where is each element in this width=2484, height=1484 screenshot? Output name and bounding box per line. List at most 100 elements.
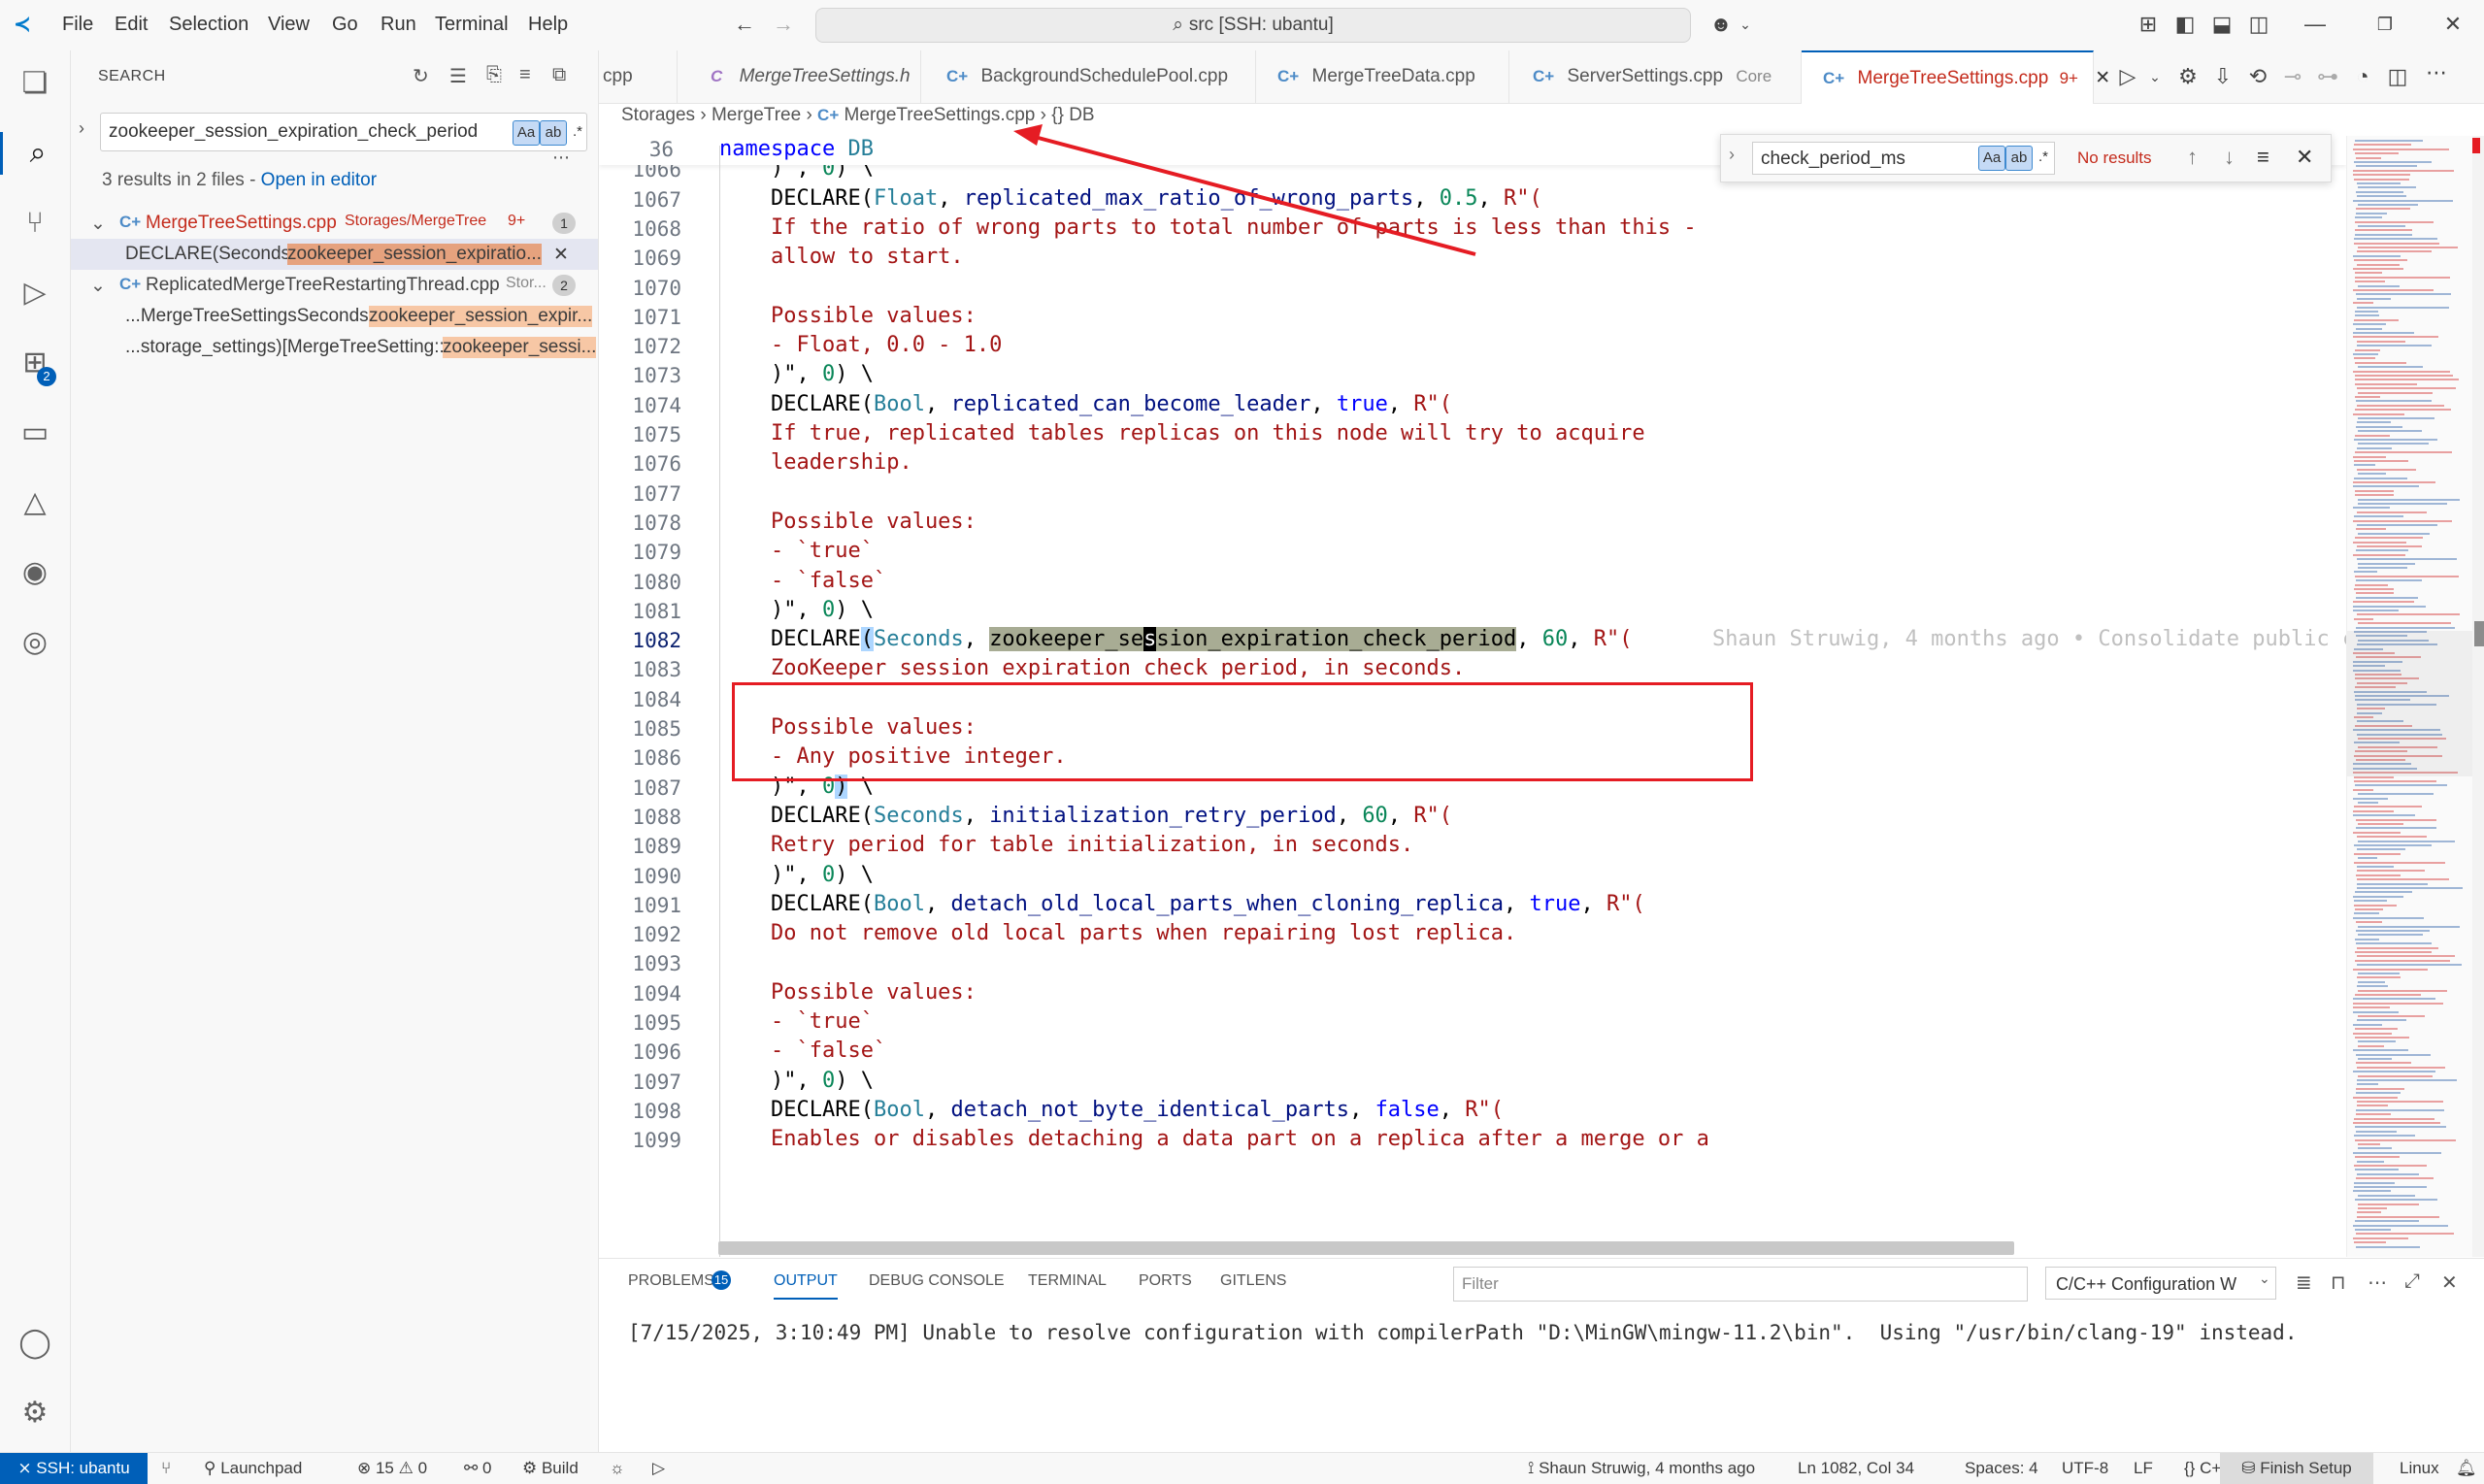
- toggle-primary-sidebar-icon[interactable]: ◧: [2172, 12, 2198, 37]
- code-line[interactable]: Do not remove old local parts when repai…: [771, 921, 1516, 945]
- ports-status[interactable]: ⚯ 0: [464, 1459, 491, 1478]
- tab-serversettings[interactable]: C+ ServerSettings.cpp Core: [1509, 50, 1802, 103]
- tab-cpp[interactable]: cpp: [599, 50, 678, 103]
- code-line[interactable]: - Float, 0.0 - 1.0: [771, 333, 1002, 357]
- tab-mergetreedata[interactable]: C+ MergeTreeData.cpp: [1256, 50, 1509, 103]
- toggle-replace-chevron-icon[interactable]: ›: [1729, 145, 1735, 165]
- view-as-tree-icon[interactable]: ≡: [519, 64, 531, 86]
- menu-help[interactable]: Help: [528, 14, 568, 36]
- tab-gitlens[interactable]: GITLENS: [1220, 1272, 1286, 1290]
- source-control-status-icon[interactable]: ⑂: [161, 1459, 171, 1478]
- clear-output-icon[interactable]: ≣: [2296, 1270, 2312, 1295]
- copilot-icon[interactable]: ☻: [1708, 12, 1734, 37]
- maximize-panel-icon[interactable]: ⤢: [2404, 1270, 2420, 1293]
- close-panel-icon[interactable]: ✕: [2441, 1270, 2458, 1295]
- output-channel-select[interactable]: C/C++ Configuration W: [2045, 1267, 2276, 1300]
- result-file-row[interactable]: ⌄ C+ ReplicatedMergeTreeRestartingThread…: [71, 270, 598, 301]
- blame-status[interactable]: ⟟ Shaun Struwig, 4 months ago: [1528, 1459, 1755, 1478]
- cursor-position[interactable]: Ln 1082, Col 34: [1798, 1459, 1914, 1478]
- remote-explorer-icon[interactable]: ▭: [14, 412, 56, 454]
- code-line[interactable]: DECLARE(Bool, replicated_can_become_lead…: [771, 392, 1452, 416]
- find-match-case-toggle[interactable]: Aa: [1978, 146, 2005, 171]
- more-actions-icon[interactable]: ⋯: [2424, 60, 2449, 85]
- open-changes-icon[interactable]: ⇩: [2210, 64, 2236, 89]
- chevron-down-icon[interactable]: ⌄: [1733, 12, 1758, 37]
- tab-mergetreesettings-h[interactable]: C MergeTreeSettings.h: [678, 50, 921, 103]
- open-in-editor-link[interactable]: Open in editor: [261, 170, 377, 190]
- problems-status[interactable]: ⊗ 15 ⚠ 0: [357, 1459, 427, 1478]
- code-line[interactable]: If the ratio of wrong parts to total num…: [771, 215, 1697, 240]
- code-line[interactable]: )", 0) \: [771, 362, 874, 386]
- toggle-panel-icon[interactable]: ⬓: [2209, 12, 2235, 37]
- build-status[interactable]: ⚙ Build: [522, 1459, 579, 1478]
- result-match-row[interactable]: DECLARE(Seconds, zookeeper_session_expir…: [71, 239, 598, 270]
- forward-arrow-icon[interactable]: →: [771, 12, 796, 37]
- find-input[interactable]: check_period_ms Aa ab .*: [1752, 142, 2055, 175]
- breadcrumb-item[interactable]: MergeTreeSettings.cpp: [845, 105, 1036, 125]
- menu-selection[interactable]: Selection: [169, 14, 248, 36]
- remote-indicator[interactable]: ⨯ SSH: ubantu: [0, 1453, 148, 1484]
- result-file-row[interactable]: ⌄ C+ MergeTreeSettings.cpp Storages/Merg…: [71, 208, 598, 239]
- restore-icon[interactable]: ❐: [2372, 12, 2398, 37]
- inline-blame-annotation[interactable]: Shaun Struwig, 4 months ago • Consolidat…: [1712, 627, 2346, 651]
- result-match-row[interactable]: ...MergeTreeSettingsSeconds zookeeper_se…: [71, 301, 598, 332]
- close-window-icon[interactable]: ✕: [2440, 12, 2466, 37]
- launchpad-status[interactable]: ⚲ Launchpad: [204, 1459, 302, 1478]
- code-line[interactable]: )", 0) \: [771, 863, 874, 887]
- indentation-status[interactable]: Spaces: 4: [1965, 1459, 2038, 1478]
- gear-icon[interactable]: ⚙: [2175, 64, 2201, 89]
- git-graph-icon[interactable]: ◎: [14, 621, 56, 664]
- scrollbar-thumb[interactable]: [2474, 621, 2484, 646]
- code-line[interactable]: DECLARE(Bool, detach_old_local_parts_whe…: [771, 892, 1645, 916]
- code-line[interactable]: - `false`: [771, 569, 886, 593]
- dismiss-result-icon[interactable]: ✕: [553, 244, 569, 266]
- gitlens-icon[interactable]: ◉: [14, 551, 56, 594]
- code-line[interactable]: ZooKeeper session expiration check perio…: [771, 656, 1465, 680]
- find-in-selection-icon[interactable]: ≡: [2257, 145, 2269, 170]
- horizontal-scrollbar[interactable]: [718, 1241, 2014, 1255]
- explorer-icon[interactable]: ❏: [14, 62, 56, 105]
- menu-run[interactable]: Run: [381, 14, 416, 36]
- close-find-icon[interactable]: ✕: [2296, 145, 2313, 170]
- menu-file[interactable]: File: [62, 14, 93, 36]
- notifications-icon[interactable]: 🔔︎: [2456, 1459, 2477, 1478]
- code-line[interactable]: DECLARE(Seconds, initialization_retry_pe…: [771, 804, 1452, 828]
- breadcrumb-item[interactable]: {} DB: [1051, 105, 1094, 125]
- use-regex-toggle[interactable]: .*: [565, 120, 590, 144]
- vertical-scrollbar[interactable]: [2472, 136, 2484, 1257]
- code-line[interactable]: - `true`: [771, 539, 874, 563]
- lock-icon[interactable]: ⊓: [2331, 1270, 2346, 1295]
- menu-edit[interactable]: Edit: [115, 14, 148, 36]
- output-filter-input[interactable]: Filter: [1453, 1267, 2028, 1302]
- code-line[interactable]: - `true`: [771, 1009, 874, 1034]
- refresh-icon[interactable]: ↻: [413, 64, 429, 88]
- code-line[interactable]: )", 0) \: [771, 598, 874, 622]
- gitlens-inspect-icon[interactable]: ◔: [2350, 64, 2375, 89]
- code-line[interactable]: Possible values:: [771, 980, 977, 1005]
- new-search-editor-icon[interactable]: ⎘: [486, 64, 502, 86]
- close-tab-icon[interactable]: ✕: [2083, 68, 2110, 88]
- minimap-slider[interactable]: [2347, 631, 2473, 776]
- minimap[interactable]: [2346, 136, 2473, 1257]
- breadcrumb-item[interactable]: Storages: [621, 105, 695, 125]
- tab-output[interactable]: OUTPUT: [774, 1272, 838, 1300]
- code-line[interactable]: - `false`: [771, 1039, 886, 1063]
- minimize-icon[interactable]: —: [2302, 12, 2328, 37]
- encoding-status[interactable]: UTF-8: [2062, 1459, 2108, 1478]
- more-actions-icon[interactable]: ⋯: [2368, 1270, 2387, 1295]
- match-whole-word-toggle[interactable]: ab: [540, 120, 567, 146]
- code-line[interactable]: allow to start.: [771, 245, 964, 269]
- next-change-icon[interactable]: ⊶: [2315, 64, 2340, 89]
- code-line[interactable]: DECLARE(Bool, detach_not_byte_identical_…: [771, 1098, 1504, 1122]
- source-control-icon[interactable]: ⑂: [14, 202, 56, 245]
- gear-icon[interactable]: ⚙: [14, 1392, 56, 1435]
- code-line[interactable]: Enables or disables detaching a data par…: [771, 1127, 1709, 1151]
- code-line[interactable]: If true, replicated tables replicas on t…: [771, 421, 1645, 445]
- chevron-down-icon[interactable]: ⌄: [2142, 64, 2168, 89]
- platform-status[interactable]: Linux: [2400, 1459, 2439, 1478]
- menu-terminal[interactable]: Terminal: [435, 14, 509, 36]
- previous-change-icon[interactable]: ⊸: [2280, 64, 2305, 89]
- clear-results-icon[interactable]: ☰: [449, 64, 467, 88]
- find-whole-word-toggle[interactable]: ab: [2005, 146, 2033, 171]
- code-line[interactable]: Possible values:: [771, 304, 977, 328]
